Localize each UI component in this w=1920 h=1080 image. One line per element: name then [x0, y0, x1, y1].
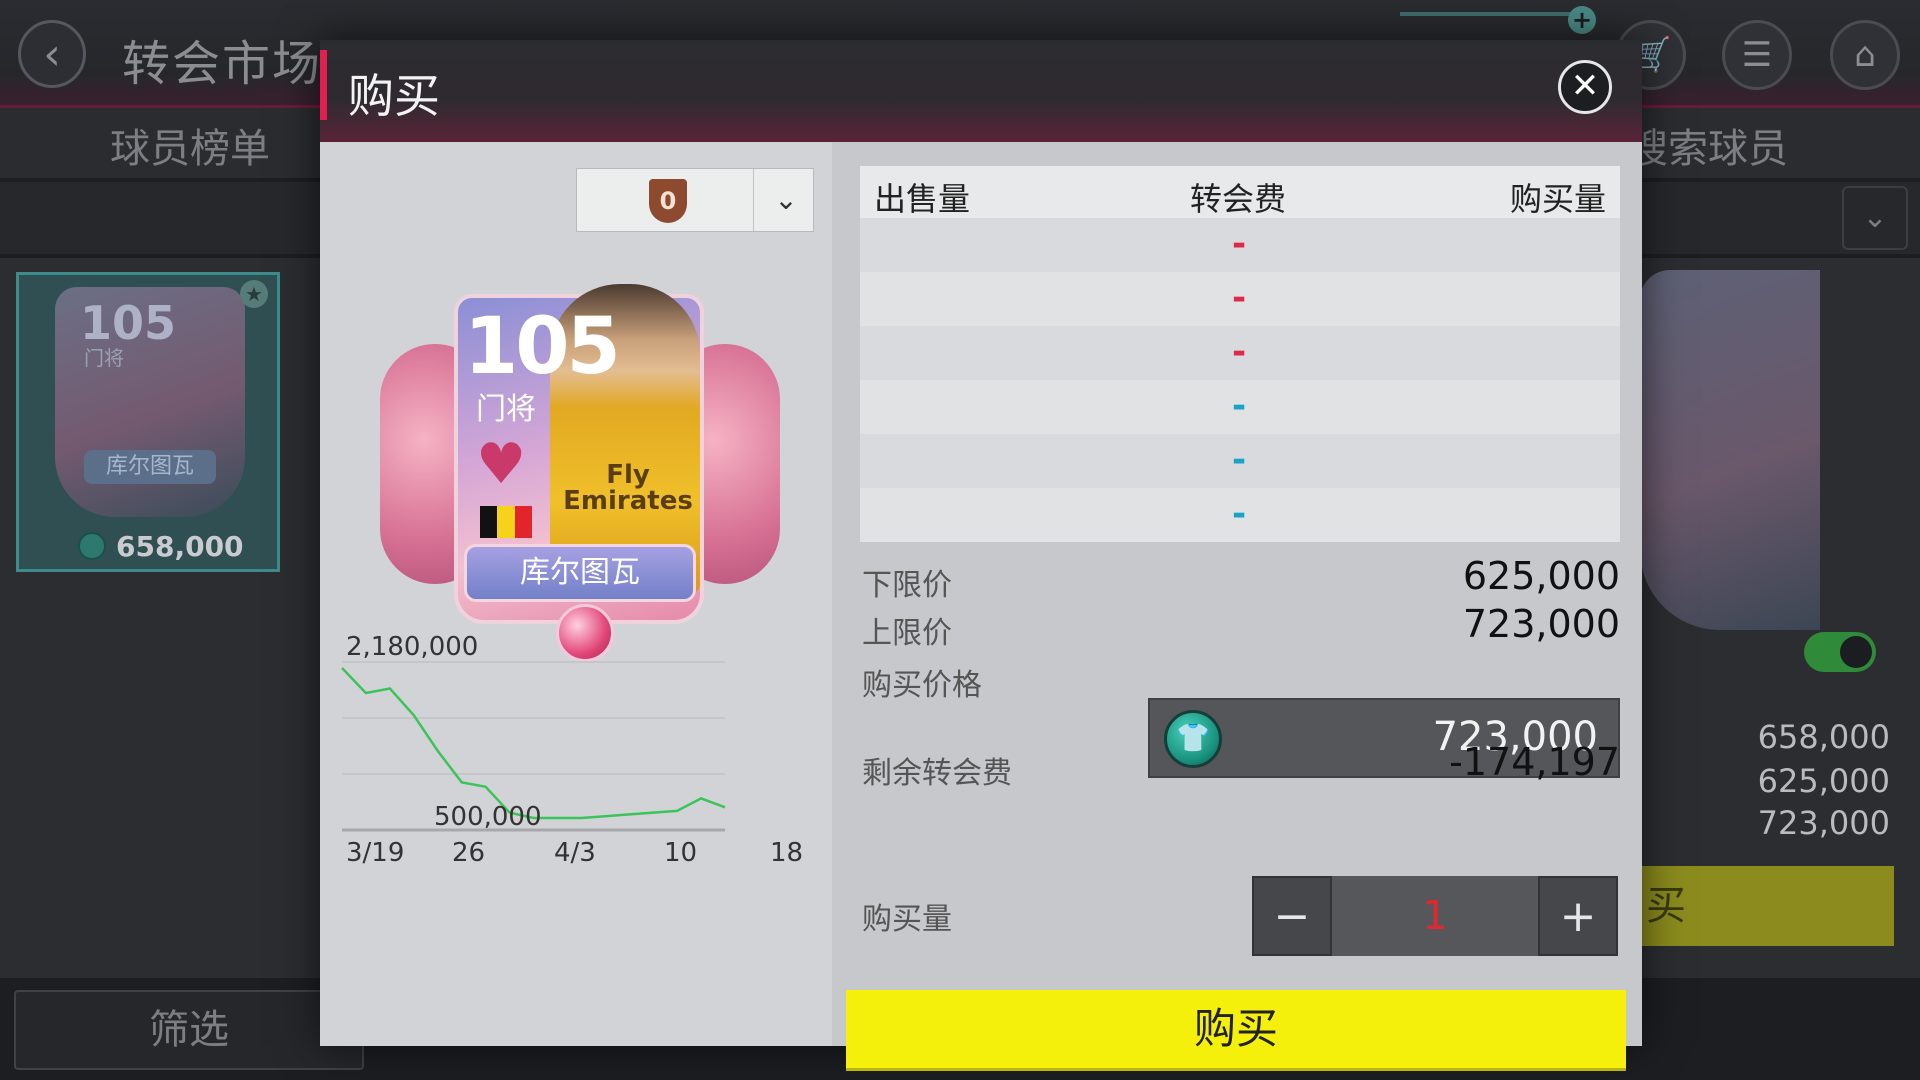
sort-dropdown[interactable]: ⌄ — [1842, 186, 1908, 250]
chart-plot — [341, 661, 726, 832]
table-body: - - - - - - — [860, 218, 1620, 542]
favorite-star-icon[interactable]: ★ — [240, 280, 268, 308]
col-fee-header: 转会费 — [1190, 180, 1287, 218]
table-row[interactable]: - — [860, 380, 1620, 434]
rank-selector[interactable]: 0 ⌄ — [576, 168, 814, 232]
header-accent — [320, 50, 327, 120]
x-tick-label: 4/3 — [554, 838, 596, 868]
mini-card-name: 库尔图瓦 — [84, 450, 216, 484]
chevron-left-icon: ‹ — [43, 28, 61, 80]
table-header: 出售量 转会费 购买量 — [860, 166, 1620, 218]
add-currency-button[interactable]: + — [1568, 6, 1596, 34]
col-buy-qty-header: 购买量 — [1509, 180, 1606, 218]
coin-icon — [78, 532, 106, 560]
upper-price-value: 723,000 — [1462, 602, 1620, 646]
bg-buy-button[interactable]: 买 — [1630, 866, 1894, 946]
coin-icon: 👕 — [1164, 710, 1222, 768]
quantity-value[interactable]: 1 — [1332, 876, 1538, 956]
fee-cell: - — [1232, 332, 1247, 372]
filter-button[interactable]: 筛选 — [14, 990, 364, 1070]
bg-value-2: 625,000 — [1757, 762, 1890, 800]
bg-value-3: 723,000 — [1757, 804, 1890, 842]
lower-price-label: 下限价 — [862, 568, 952, 603]
price-history-chart: 2,180,000 500,000 3/19 26 4/3 10 18 — [320, 622, 832, 1042]
table-row[interactable]: - — [860, 434, 1620, 488]
tab-search-player[interactable]: 搜索球员 — [1628, 116, 1788, 174]
x-tick-label: 10 — [664, 838, 698, 868]
close-icon: ✕ — [1570, 66, 1600, 106]
chart-y-max-label: 2,180,000 — [346, 632, 479, 662]
chart-y-min-label: 500,000 — [434, 802, 542, 832]
increase-button[interactable]: + — [1538, 876, 1618, 956]
player-panel: 0 ⌄ Fly Emirates 105 门将 ♥ 库尔图瓦 2,180,000… — [320, 142, 832, 1046]
remaining-fee-value: -174,197 — [1449, 740, 1620, 784]
chevron-down-icon[interactable]: ⌄ — [759, 169, 813, 231]
table-row[interactable]: - — [860, 218, 1620, 272]
rank-shield-icon: 0 — [649, 179, 687, 223]
lower-price-value: 625,000 — [1462, 554, 1620, 598]
fee-cell: - — [1232, 440, 1247, 480]
x-tick-label: 18 — [770, 838, 804, 868]
fee-cell: - — [1232, 224, 1247, 264]
fee-cell: - — [1232, 278, 1247, 318]
x-tick-label: 3/19 — [346, 838, 405, 868]
table-row[interactable]: - — [860, 272, 1620, 326]
upper-price-label: 上限价 — [862, 616, 952, 651]
currency-bar — [1400, 12, 1580, 16]
quantity-stepper: − 1 + — [1252, 876, 1618, 956]
divider — [753, 169, 754, 231]
checklist-icon: ☰ — [1741, 35, 1773, 75]
jersey-sponsor: Fly Emirates — [558, 462, 698, 514]
player-card-preview — [1640, 270, 1820, 630]
close-button[interactable]: ✕ — [1558, 60, 1612, 114]
table-row[interactable]: - — [860, 326, 1620, 380]
table-row[interactable]: - — [860, 488, 1620, 542]
belgium-flag-icon — [480, 506, 532, 538]
home-icon: ⌂ — [1854, 35, 1876, 75]
sponsor-line-1: Fly — [606, 460, 650, 490]
quantity-label: 购买量 — [862, 902, 952, 937]
sale-listing-table: 出售量 转会费 购买量 - - - - - - — [860, 166, 1620, 542]
toggle-switch[interactable] — [1804, 632, 1876, 672]
x-tick-label: 26 — [452, 838, 486, 868]
page-title: 转会市场 — [122, 36, 323, 92]
sponsor-line-2: Emirates — [563, 486, 693, 516]
tab-player-rankings[interactable]: 球员榜单 — [110, 116, 270, 174]
col-quantity-header: 出售量 — [874, 180, 971, 218]
home-button[interactable]: ⌂ — [1830, 20, 1900, 90]
checklist-button[interactable]: ☰ — [1722, 20, 1792, 90]
mini-card-position: 门将 — [84, 346, 124, 370]
dialog-title: 购买 — [348, 69, 440, 123]
back-button[interactable]: ‹ — [18, 20, 86, 88]
heart-icon: ♥ — [476, 432, 527, 497]
buy-dialog: 购买 ✕ 0 ⌄ Fly Emirates 105 门将 ♥ 库尔图瓦 2,18… — [320, 40, 1642, 1071]
remaining-fee-label: 剩余转会费 — [862, 756, 1012, 791]
buy-price-label: 购买价格 — [862, 668, 982, 703]
bg-value-1: 658,000 — [1757, 718, 1890, 756]
price-line — [341, 667, 726, 820]
card-position: 门将 — [476, 392, 536, 427]
fee-cell: - — [1232, 386, 1247, 426]
dialog-header: 购买 ✕ — [320, 40, 1642, 142]
flag-stripe — [514, 506, 532, 538]
card-player-name: 库尔图瓦 — [464, 544, 696, 602]
mini-card-price: 658,000 — [116, 530, 244, 563]
purchase-panel: 出售量 转会费 购买量 - - - - - - 下限价 625,000 上限价 723,0… — [832, 142, 1642, 1071]
decrease-button[interactable]: − — [1252, 876, 1332, 956]
card-rating: 105 — [464, 302, 621, 392]
flag-stripe — [480, 506, 498, 538]
chevron-down-icon: ⌄ — [1862, 200, 1888, 235]
fee-cell: - — [1232, 494, 1247, 534]
flag-stripe — [497, 506, 515, 538]
buy-button[interactable]: 购买 — [846, 990, 1626, 1071]
